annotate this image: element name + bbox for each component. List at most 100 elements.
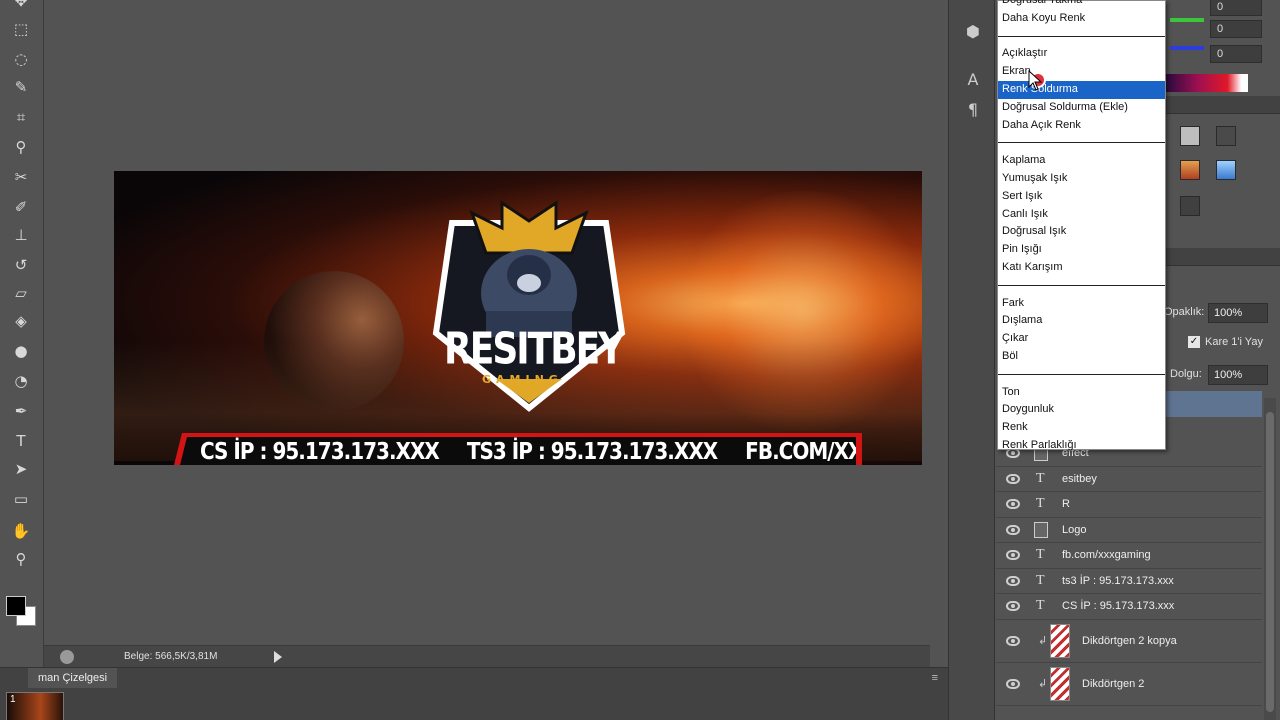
hand-tool-icon[interactable]: ✋	[8, 520, 34, 542]
blend-mode-item[interactable]: Yumuşak Işık	[998, 170, 1165, 188]
layer-thumbnail[interactable]	[1050, 666, 1070, 701]
logo-brand-subtitle: GAMING	[482, 373, 563, 386]
blend-mode-item[interactable]: Daha Koyu Renk	[998, 10, 1165, 28]
blend-mode-item[interactable]: Çıkar	[998, 330, 1165, 348]
blend-mode-item[interactable]: Renk Parlaklığı	[998, 437, 1165, 455]
blur-tool-icon[interactable]: ●	[8, 340, 34, 362]
propagate-label: Kare 1'i Yay	[1205, 336, 1263, 348]
opacity-field[interactable]: 100%	[1208, 303, 1268, 323]
zoom-indicator-icon[interactable]	[60, 650, 74, 664]
brush-tool-icon[interactable]: ✐	[8, 196, 34, 218]
visibility-eye-icon[interactable]	[1006, 524, 1020, 535]
path-selection-icon[interactable]: ➤	[8, 458, 34, 480]
fill-field[interactable]: 100%	[1208, 365, 1268, 385]
type-tool-icon[interactable]: T	[8, 430, 34, 452]
visibility-eye-icon[interactable]	[1006, 635, 1020, 646]
opacity-label: Opaklık:	[1164, 306, 1205, 318]
style-chip[interactable]	[1180, 160, 1200, 180]
style-chip[interactable]	[1180, 126, 1200, 146]
selected-layer-row[interactable]	[1166, 391, 1262, 417]
visibility-eye-icon[interactable]	[1006, 499, 1020, 510]
visibility-eye-icon[interactable]	[1006, 473, 1020, 484]
blend-mode-item[interactable]: Kaplama	[998, 152, 1165, 170]
layer-row[interactable]: TR	[996, 492, 1262, 518]
mouse-cursor-icon	[1028, 70, 1043, 91]
blue-slider[interactable]	[1170, 46, 1204, 50]
pen-tool-icon[interactable]: ✒	[8, 400, 34, 422]
layer-row[interactable]: Tfb.com/xxxgaming	[996, 543, 1262, 569]
blend-mode-item[interactable]: Daha Açık Renk	[998, 117, 1165, 135]
green-value-field[interactable]: 0	[1210, 20, 1262, 38]
blend-mode-item[interactable]: Canlı Işık	[998, 206, 1165, 224]
style-chip[interactable]	[1180, 196, 1200, 216]
blend-mode-item[interactable]: Sert Işık	[998, 188, 1165, 206]
document-canvas[interactable]: RESITBEY GAMING CS İP : 95.173.173.XXX T…	[114, 171, 922, 465]
blend-mode-item[interactable]: Ekran	[998, 63, 1165, 81]
blend-mode-item[interactable]: Doğrusal Işık	[998, 223, 1165, 241]
blend-mode-dropdown[interactable]: Doğrusal Yakma Daha Koyu Renk Açıklaştır Ek…	[997, 0, 1166, 451]
blue-value-field[interactable]: 0	[1210, 45, 1262, 63]
layer-row[interactable]: ↲ Dikdörtgen 2 kopya	[996, 620, 1262, 663]
banner-ts3-ip: TS3 İP : 95.173.173.XXX	[466, 437, 718, 465]
history-brush-icon[interactable]: ↺	[8, 254, 34, 276]
layers-scrollbar[interactable]	[1264, 398, 1276, 720]
visibility-eye-icon[interactable]	[1006, 575, 1020, 586]
character-panel-icon[interactable]: A	[963, 70, 983, 90]
clipping-mask-icon: ↲	[1038, 678, 1048, 690]
quick-selection-icon[interactable]: ✎	[8, 76, 34, 98]
crop-tool-icon[interactable]: ⌗	[8, 106, 34, 128]
layer-row[interactable]: T CS İP : 95.173.173.xxx	[996, 594, 1262, 620]
paint-bucket-icon[interactable]: ◈	[8, 310, 34, 332]
panel-menu-icon[interactable]: ≡	[932, 672, 938, 684]
rectangle-tool-icon[interactable]: ▭	[8, 488, 34, 510]
blend-mode-item[interactable]: Fark	[998, 295, 1165, 313]
blend-mode-item[interactable]: Böl	[998, 348, 1165, 366]
layer-row[interactable]: Tts3 İP : 95.173.173.xxx	[996, 569, 1262, 594]
move-tool-icon[interactable]: ✥	[8, 0, 34, 12]
blend-mode-item[interactable]: Dışlama	[998, 312, 1165, 330]
layer-row[interactable]: Tesitbey	[996, 467, 1262, 492]
green-slider[interactable]	[1170, 18, 1204, 22]
blend-mode-item[interactable]: Renk	[998, 419, 1165, 437]
blend-mode-item[interactable]: Açıklaştır	[998, 45, 1165, 63]
healing-brush-icon[interactable]: ✂	[8, 166, 34, 188]
paragraph-panel-icon[interactable]: ¶	[963, 100, 983, 120]
color-spectrum[interactable]	[1166, 74, 1248, 92]
collapsed-panel-dock: ⬢ A ¶	[948, 0, 994, 720]
propagate-frame-option[interactable]: ✓ Kare 1'i Yay	[1188, 336, 1263, 348]
zoom-tool-icon[interactable]: ⚲	[8, 548, 34, 570]
blend-mode-item[interactable]: Katı Karışım	[998, 259, 1165, 277]
styles-panel-header	[1166, 96, 1280, 114]
style-chip[interactable]	[1216, 160, 1236, 180]
marquee-tool-icon[interactable]: ⬚	[8, 18, 34, 40]
dodge-tool-icon[interactable]: ◔	[8, 370, 34, 392]
lasso-tool-icon[interactable]: ◌	[8, 48, 34, 70]
tab-timeline[interactable]: man Çizelgesi	[28, 668, 118, 688]
type-layer-icon: T	[1036, 598, 1045, 614]
blend-mode-item[interactable]: Renk Soldurma	[998, 81, 1165, 99]
eraser-tool-icon[interactable]: ▱	[8, 282, 34, 304]
blend-mode-item[interactable]: Doğrusal Soldurma (Ekle)	[998, 99, 1165, 117]
clone-stamp-icon[interactable]: ⊥	[8, 224, 34, 246]
scrollbar-thumb[interactable]	[1266, 412, 1274, 712]
fill-label: Dolgu:	[1170, 368, 1202, 380]
3d-panel-icon[interactable]: ⬢	[963, 22, 983, 42]
blend-mode-item[interactable]: Doğrusal Yakma	[998, 0, 1165, 10]
layer-thumbnail[interactable]	[1050, 623, 1070, 658]
blend-mode-item[interactable]: Ton	[998, 384, 1165, 402]
smart-object-icon	[1034, 521, 1048, 538]
status-menu-arrow-icon[interactable]	[274, 651, 282, 663]
eyedropper-icon[interactable]: ⚲	[8, 136, 34, 158]
blend-mode-item[interactable]: Doygunluk	[998, 401, 1165, 419]
visibility-eye-icon[interactable]	[1006, 550, 1020, 561]
style-chip[interactable]	[1216, 126, 1236, 146]
foreground-color-swatch[interactable]	[6, 596, 26, 616]
blend-mode-item[interactable]: Pin Işığı	[998, 241, 1165, 259]
banner-info-bar: CS İP : 95.173.173.XXX TS3 İP : 95.173.1…	[180, 437, 856, 465]
red-value-field[interactable]: 0	[1210, 0, 1262, 16]
visibility-eye-icon[interactable]	[1006, 678, 1020, 689]
layer-row[interactable]: Logo	[996, 518, 1262, 543]
layer-row[interactable]: ↲ Dikdörtgen 2	[996, 663, 1262, 706]
propagate-checkbox[interactable]: ✓	[1188, 336, 1200, 348]
visibility-eye-icon[interactable]	[1006, 601, 1020, 612]
